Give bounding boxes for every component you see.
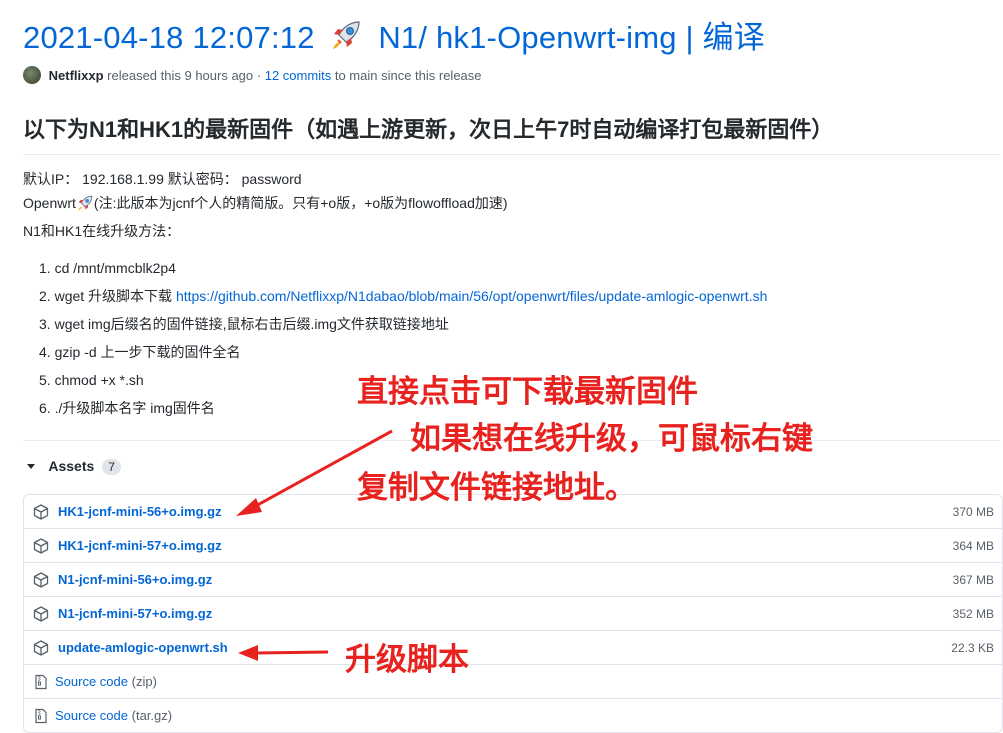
annotation-arrows bbox=[236, 429, 393, 661]
arrow-icon bbox=[236, 429, 393, 516]
arrow-icon bbox=[238, 645, 329, 661]
release-page: 2021-04-18 12:07:12 N1/ hk1-Openwrt-img … bbox=[0, 0, 1003, 733]
